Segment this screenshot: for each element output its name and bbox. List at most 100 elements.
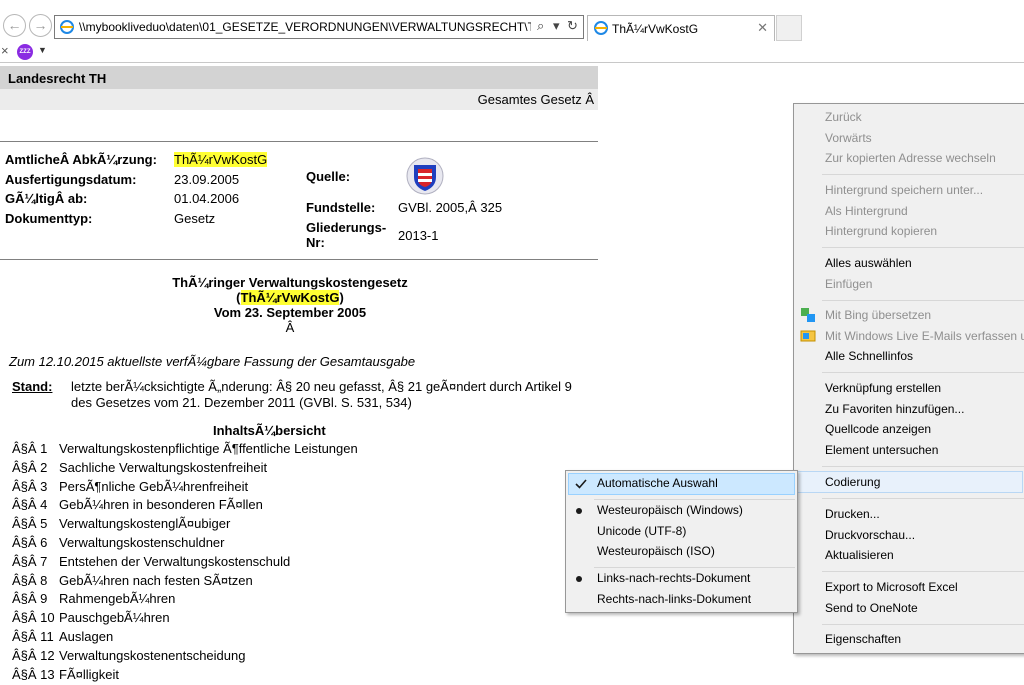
menu-item-back[interactable]: Zurück bbox=[825, 110, 862, 124]
thuringia-crest-icon bbox=[406, 157, 444, 195]
toc-item[interactable]: Â§Â 4 GebÃ¼hren in besonderen FÃ¤llen bbox=[12, 497, 358, 516]
menu-item-copy-background[interactable]: Hintergrund kopieren bbox=[825, 224, 937, 238]
paren-close: ) bbox=[339, 290, 344, 305]
toc-item[interactable]: Â§Â 9 RahmengebÃ¼hren bbox=[12, 591, 358, 610]
menu-item-rtl[interactable]: Rechts-nach-links-Dokument bbox=[597, 592, 751, 606]
subheader-link[interactable]: Gesamtes Gesetz Â bbox=[478, 92, 594, 107]
browser-tab[interactable]: ThÃ¼rVwKostG ✕ bbox=[587, 15, 775, 41]
close-icon[interactable]: × bbox=[1, 43, 9, 58]
menu-item-bing-translate[interactable]: Mit Bing übersetzen bbox=[825, 308, 931, 322]
menu-item-western-windows[interactable]: Westeuropäisch (Windows) bbox=[597, 503, 743, 517]
toolbar-addon-icon[interactable]: ZZZ bbox=[17, 44, 33, 60]
toc-num: Â§Â 4 bbox=[12, 497, 48, 513]
arrow-left-icon: ← bbox=[7, 17, 22, 33]
chevron-down-icon[interactable]: ▾ bbox=[553, 18, 560, 34]
toc-text[interactable]: RahmengebÃ¼hren bbox=[59, 591, 175, 606]
menu-item-western-iso[interactable]: Westeuropäisch (ISO) bbox=[597, 544, 715, 558]
law-abbr: ThÃ¼rVwKostG bbox=[240, 290, 340, 305]
header-title: Landesrecht TH bbox=[8, 71, 107, 86]
toc-item[interactable]: Â§Â 11 Auslagen bbox=[12, 629, 358, 648]
toc-text[interactable]: GebÃ¼hren in besonderen FÃ¤llen bbox=[59, 497, 263, 512]
toc-text[interactable]: Verwaltungskostenschuldner bbox=[59, 535, 225, 550]
menu-item-set-background[interactable]: Als Hintergrund bbox=[825, 204, 908, 218]
forward-button[interactable]: → bbox=[29, 14, 52, 37]
menu-item-send-onenote[interactable]: Send to OneNote bbox=[825, 601, 918, 615]
divider bbox=[0, 259, 598, 260]
menu-item-save-background[interactable]: Hintergrund speichern unter... bbox=[825, 183, 983, 197]
menu-item-refresh[interactable]: Aktualisieren bbox=[825, 548, 894, 562]
meta-label: Ausfertigungsdatum: bbox=[5, 172, 137, 187]
toc-text[interactable]: VerwaltungskostenglÃ¤ubiger bbox=[59, 516, 230, 531]
address-url[interactable]: \\mybookliveduo\daten\01_GESETZE_VERORDN… bbox=[79, 20, 531, 34]
menu-item-view-source[interactable]: Quellcode anzeigen bbox=[825, 422, 931, 436]
menu-item-paste[interactable]: Einfügen bbox=[825, 277, 872, 291]
menu-item-print[interactable]: Drucken... bbox=[825, 507, 880, 521]
menu-item-properties[interactable]: Eigenschaften bbox=[825, 632, 901, 646]
dropdown-arrow-icon[interactable]: ▼ bbox=[38, 45, 47, 55]
subheader-bar: Gesamtes Gesetz Â bbox=[0, 89, 598, 110]
fundstelle-value: GVBl. 2005,Â 325 bbox=[398, 200, 503, 215]
fundstelle-label: Fundstelle: bbox=[306, 200, 376, 215]
toc-text[interactable]: Entstehen der Verwaltungskostenschuld bbox=[59, 554, 290, 569]
toc-item[interactable]: Â§Â 13 FÃ¤lligkeit bbox=[12, 667, 358, 685]
current-version-note: Zum 12.10.2015 aktuellste verfÃ¼gbare Fa… bbox=[9, 354, 416, 369]
source-label: Quelle: bbox=[306, 169, 351, 184]
toc-item[interactable]: Â§Â 12 Verwaltungskostenentscheidung bbox=[12, 648, 358, 667]
toc-item[interactable]: Â§Â 3 PersÃ¶nliche GebÃ¼hrenfreiheit bbox=[12, 479, 358, 498]
toc-text[interactable]: Sachliche Verwaltungskostenfreiheit bbox=[59, 460, 267, 475]
menu-item-export-excel[interactable]: Export to Microsoft Excel bbox=[825, 580, 958, 594]
tab-title: ThÃ¼rVwKostG bbox=[612, 22, 699, 36]
toc-item[interactable]: Â§Â 1 Verwaltungskostenpflichtige Ã¶ffent… bbox=[12, 441, 358, 460]
new-tab-button[interactable] bbox=[776, 15, 802, 41]
menu-item-auto-select[interactable]: Automatische Auswahl bbox=[597, 476, 718, 490]
encoding-submenu: Automatische Auswahl Westeuropäisch (Win… bbox=[565, 470, 798, 613]
abbr-highlight: ThÃ¼rVwKostG bbox=[174, 152, 268, 167]
search-icon[interactable]: ⌕ bbox=[537, 18, 544, 34]
meta-value: ThÃ¼rVwKostG bbox=[174, 152, 268, 167]
toc-text[interactable]: FÃ¤lligkeit bbox=[59, 667, 119, 682]
menu-item-ltr[interactable]: Links-nach-rechts-Dokument bbox=[597, 571, 750, 585]
toc-item[interactable]: Â§Â 8 GebÃ¼hren nach festen SÃ¤tzen bbox=[12, 573, 358, 592]
toc-text[interactable]: Verwaltungskostenentscheidung bbox=[59, 648, 245, 663]
browser-chrome: ← → \\mybookliveduo\daten\01_GESETZE_VER… bbox=[0, 0, 1024, 64]
menu-separator bbox=[822, 624, 1024, 625]
menu-item-create-shortcut[interactable]: Verknüpfung erstellen bbox=[825, 381, 941, 395]
meta-value: 01.04.2006 bbox=[174, 191, 240, 206]
divider bbox=[0, 141, 598, 142]
toc-item[interactable]: Â§Â 5 VerwaltungskostenglÃ¤ubiger bbox=[12, 516, 358, 535]
toc-item[interactable]: Â§Â 10 PauschgebÃ¼hren bbox=[12, 610, 358, 629]
menu-item-add-favorites[interactable]: Zu Favoriten hinzufügen... bbox=[825, 402, 964, 416]
toc-text[interactable]: PauschgebÃ¼hren bbox=[59, 610, 170, 625]
menu-item-utf8[interactable]: Unicode (UTF-8) bbox=[597, 524, 686, 538]
close-icon[interactable]: ✕ bbox=[757, 20, 768, 36]
law-abbr-line: (ThÃ¼rVwKostG) bbox=[0, 290, 580, 305]
menu-item-inspect[interactable]: Element untersuchen bbox=[825, 443, 938, 457]
toc-item[interactable]: Â§Â 7 Entstehen der Verwaltungskostenschu… bbox=[12, 554, 358, 573]
toc-item[interactable]: Â§Â 2 Sachliche Verwaltungskostenfreiheit bbox=[12, 460, 358, 479]
toc-text[interactable]: GebÃ¼hren nach festen SÃ¤tzen bbox=[59, 573, 253, 588]
menu-separator bbox=[822, 300, 1024, 301]
toc-text[interactable]: PersÃ¶nliche GebÃ¼hrenfreiheit bbox=[59, 479, 248, 494]
menu-separator bbox=[822, 571, 1024, 572]
translate-icon bbox=[801, 308, 815, 322]
toc-text[interactable]: Verwaltungskostenpflichtige Ã¶ffentliche… bbox=[59, 441, 358, 456]
toc-text[interactable]: Auslagen bbox=[59, 629, 113, 644]
menu-item-select-all[interactable]: Alles auswählen bbox=[825, 256, 912, 270]
header-bar: Landesrecht TH bbox=[0, 66, 598, 89]
toc-num: Â§Â 12 bbox=[12, 647, 55, 663]
toc-num: Â§Â 9 bbox=[12, 591, 48, 607]
menu-item-forward[interactable]: Vorwärts bbox=[825, 131, 872, 145]
menu-item-encoding[interactable]: Codierung bbox=[825, 475, 880, 489]
refresh-icon[interactable]: ↻ bbox=[567, 18, 578, 34]
address-bar[interactable]: \\mybookliveduo\daten\01_GESETZE_VERORDN… bbox=[54, 15, 584, 39]
meta-label: GÃ¼ltigÂ ab: bbox=[5, 191, 88, 206]
toc-num: Â§Â 6 bbox=[12, 534, 48, 550]
menu-item-live-mail[interactable]: Mit Windows Live E-Mails verfassen und bbox=[825, 329, 1024, 343]
meta-label: AmtlicheÂ AbkÃ¼rzung: bbox=[5, 152, 157, 167]
menu-item-accelerators[interactable]: Alle Schnellinfos bbox=[825, 349, 913, 363]
toc-item[interactable]: Â§Â 6 Verwaltungskostenschuldner bbox=[12, 535, 358, 554]
radio-dot-icon bbox=[576, 508, 582, 514]
menu-item-print-preview[interactable]: Druckvorschau... bbox=[825, 528, 915, 542]
menu-item-goto-copied[interactable]: Zur kopierten Adresse wechseln bbox=[825, 151, 996, 165]
back-button[interactable]: ← bbox=[3, 14, 26, 37]
